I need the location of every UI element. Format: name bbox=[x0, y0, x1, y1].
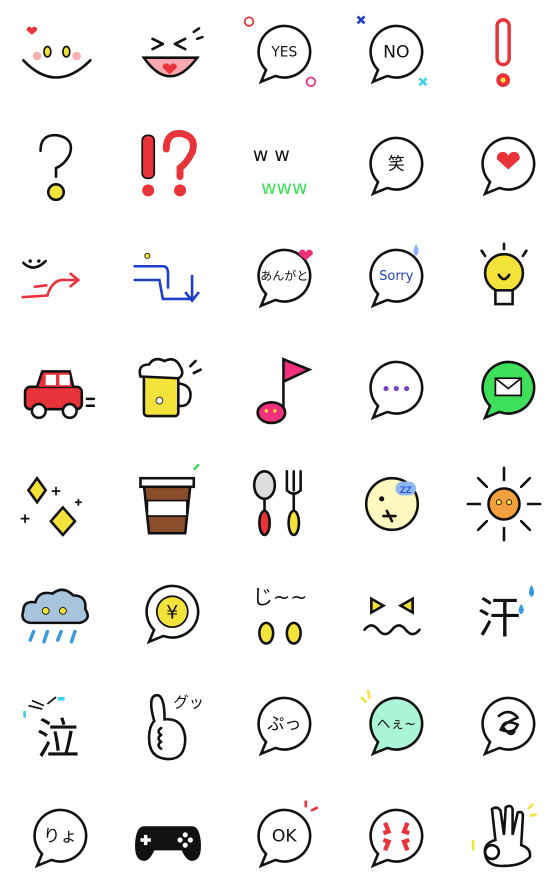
speech-bubble-icon: Sorry bbox=[369, 243, 424, 309]
speech-bubble-icon bbox=[369, 360, 424, 421]
speech-bubble-icon bbox=[481, 696, 536, 757]
speech-bubble-icon: OK bbox=[257, 800, 319, 869]
sticker-text: zz bbox=[400, 483, 412, 496]
sticker-lightbulb[interactable] bbox=[448, 224, 560, 336]
sticker-text: www bbox=[261, 177, 307, 199]
sticker-speech-bubble[interactable]: ぷっ bbox=[224, 672, 336, 784]
sticker-exclamation-question[interactable] bbox=[112, 112, 224, 224]
sticker-speech-bubble[interactable]: NO bbox=[336, 0, 448, 112]
speech-bubble-icon: ぷっ bbox=[257, 696, 312, 757]
sticker-thumbs-up[interactable]: グッ bbox=[112, 672, 224, 784]
sticker-game-controller[interactable] bbox=[112, 784, 224, 896]
sticker-speech-bubble[interactable] bbox=[448, 112, 560, 224]
speech-bubble-icon bbox=[481, 360, 536, 421]
beer-icon bbox=[138, 357, 202, 418]
sticker-car[interactable] bbox=[0, 336, 112, 448]
speech-bubble-icon: NO bbox=[356, 15, 428, 87]
sticker-speech-bubble[interactable] bbox=[336, 784, 448, 896]
sticker-text: Sorry bbox=[379, 269, 413, 284]
sticker-text: りょ bbox=[43, 827, 77, 847]
question-icon bbox=[39, 133, 73, 202]
sticker-text: あんがと bbox=[260, 268, 308, 283]
speech-bubble-icon: ¥ bbox=[145, 584, 200, 645]
sticker-speech-bubble[interactable] bbox=[448, 672, 560, 784]
sticker-text: OK bbox=[272, 827, 298, 847]
sticker-drool[interactable]: じ~~ bbox=[224, 560, 336, 672]
sticker-text: ¥ bbox=[166, 601, 178, 623]
sticker-text: グッ bbox=[173, 693, 204, 711]
sticker-speech-bubble[interactable]: 笑 bbox=[336, 112, 448, 224]
sun-icon bbox=[466, 466, 542, 542]
sticker-rain-cloud[interactable] bbox=[0, 560, 112, 672]
car-icon bbox=[23, 370, 96, 420]
laughing-mouth-icon bbox=[141, 27, 204, 78]
cry-kanji-icon: 泣 bbox=[23, 696, 79, 765]
sticker-cry-kanji[interactable]: 泣 bbox=[0, 672, 112, 784]
sticker-smiling-face[interactable] bbox=[0, 0, 112, 112]
sad-arrow-icon bbox=[133, 252, 200, 303]
annoyed-face-icon bbox=[363, 596, 421, 636]
coffee-icon bbox=[139, 463, 200, 535]
sticker-text: 汗 bbox=[477, 594, 520, 644]
ok-hand-icon bbox=[471, 802, 537, 868]
exclamation-icon bbox=[495, 18, 511, 87]
sweat-kanji-icon: 汗 bbox=[477, 585, 535, 644]
smiling-face-icon bbox=[22, 26, 92, 79]
lightbulb-icon bbox=[480, 242, 528, 306]
sticker-annoyed-face[interactable] bbox=[336, 560, 448, 672]
sticker-text: w w bbox=[253, 144, 290, 166]
sticker-grid: YES NO w w www 笑あんがと Sorry zz ¥ じ~~ 汗泣 グッぷっ へぇ~ りょ OK bbox=[0, 0, 560, 896]
laugh-w-icon: w w www bbox=[253, 144, 308, 199]
rain-cloud-icon bbox=[21, 588, 90, 644]
sparkles-icon bbox=[20, 475, 82, 537]
sticker-text: 笑 bbox=[388, 155, 405, 175]
sticker-text: 泣 bbox=[36, 715, 79, 765]
sticker-sad-arrow[interactable] bbox=[112, 224, 224, 336]
sticker-question[interactable] bbox=[0, 112, 112, 224]
spoon-fork-icon bbox=[252, 470, 302, 537]
speech-bubble-icon: りょ bbox=[33, 808, 88, 869]
sticker-speech-bubble[interactable]: りょ bbox=[0, 784, 112, 896]
sticker-speech-bubble[interactable] bbox=[448, 336, 560, 448]
sticker-speech-bubble[interactable]: あんがと bbox=[224, 224, 336, 336]
sticker-text: じ~~ bbox=[252, 585, 307, 609]
sticker-text: NO bbox=[383, 43, 409, 63]
moon-sleep-icon: zz bbox=[364, 476, 420, 532]
speech-bubble-icon: へぇ~ bbox=[360, 689, 424, 757]
speech-bubble-icon bbox=[369, 808, 424, 869]
sticker-sparkles[interactable] bbox=[0, 448, 112, 560]
sticker-speech-bubble[interactable]: Sorry bbox=[336, 224, 448, 336]
sticker-music-note[interactable] bbox=[224, 336, 336, 448]
sticker-smile-arrow[interactable] bbox=[0, 224, 112, 336]
smile-arrow-icon bbox=[21, 259, 81, 299]
sticker-beer[interactable] bbox=[112, 336, 224, 448]
speech-bubble-icon: あんがと bbox=[257, 248, 313, 309]
sticker-ok-hand[interactable] bbox=[448, 784, 560, 896]
game-controller-icon bbox=[135, 826, 201, 861]
thumbs-up-icon: グッ bbox=[147, 693, 204, 761]
sticker-speech-bubble[interactable]: ¥ bbox=[112, 560, 224, 672]
sticker-speech-bubble[interactable] bbox=[336, 336, 448, 448]
sticker-moon-sleep[interactable]: zz bbox=[336, 448, 448, 560]
sticker-text: へぇ~ bbox=[377, 717, 416, 733]
speech-bubble-icon: 笑 bbox=[369, 136, 424, 197]
speech-bubble-icon: YES bbox=[243, 16, 317, 87]
sticker-speech-bubble[interactable]: YES bbox=[224, 0, 336, 112]
sticker-coffee[interactable] bbox=[112, 448, 224, 560]
sticker-speech-bubble[interactable]: へぇ~ bbox=[336, 672, 448, 784]
sticker-sweat-kanji[interactable]: 汗 bbox=[448, 560, 560, 672]
sticker-laughing-mouth[interactable] bbox=[112, 0, 224, 112]
sticker-sun[interactable] bbox=[448, 448, 560, 560]
sticker-spoon-fork[interactable] bbox=[224, 448, 336, 560]
drool-icon: じ~~ bbox=[252, 585, 308, 645]
sticker-text: YES bbox=[270, 45, 297, 61]
speech-bubble-icon bbox=[481, 136, 536, 197]
sticker-speech-bubble[interactable]: OK bbox=[224, 784, 336, 896]
exclamation-question-icon bbox=[141, 130, 197, 197]
music-note-icon bbox=[256, 357, 313, 425]
sticker-laugh-w[interactable]: w w www bbox=[224, 112, 336, 224]
sticker-exclamation[interactable] bbox=[448, 0, 560, 112]
sticker-text: ぷっ bbox=[267, 715, 301, 735]
